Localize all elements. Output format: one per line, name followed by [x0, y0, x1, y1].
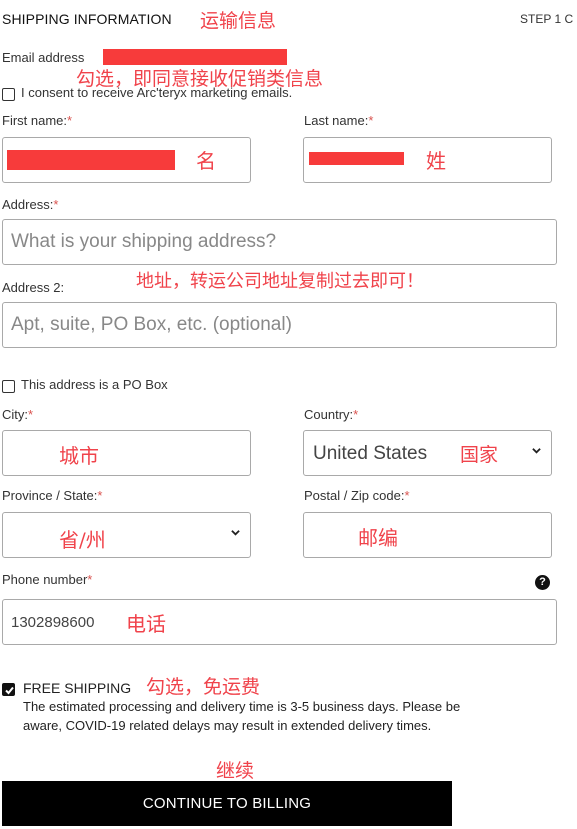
chevron-down-icon: [231, 530, 240, 536]
email-label: Email address: [2, 50, 85, 65]
phone-annotation: 电话: [126, 612, 166, 636]
help-icon[interactable]: ?: [535, 575, 550, 590]
address-input[interactable]: What is your shipping address?: [2, 219, 557, 265]
shipping-description: The estimated processing and delivery ti…: [23, 699, 461, 733]
address-placeholder: What is your shipping address?: [11, 231, 277, 252]
chevron-down-icon: [532, 448, 541, 454]
last-name-value-redacted: [309, 152, 404, 165]
first-name-label: First name:*: [2, 113, 73, 128]
postal-input[interactable]: 邮编: [303, 512, 552, 558]
free-shipping-label: FREE SHIPPING: [23, 680, 132, 696]
page-title: SHIPPING INFORMATION: [2, 11, 172, 27]
postal-label: Postal / Zip code:*: [304, 488, 410, 503]
city-label: City:*: [2, 407, 34, 422]
last-name-annotation: 姓: [426, 149, 446, 173]
free-shipping-checkbox[interactable]: [2, 683, 15, 696]
country-annotation: 国家: [460, 444, 499, 466]
continue-to-billing-button[interactable]: CONTINUE TO BILLING: [2, 781, 452, 826]
address2-label: Address 2:: [2, 280, 65, 295]
consent-checkbox[interactable]: [2, 88, 15, 101]
checkmark-icon: [5, 686, 14, 695]
last-name-label: Last name:*: [304, 113, 374, 128]
state-label: Province / State:*: [2, 488, 103, 503]
po-box-label: This address is a PO Box: [21, 377, 168, 392]
step-indicator: STEP 1 C: [520, 12, 574, 26]
consent-label: I consent to receive Arc'teryx marketing…: [21, 85, 293, 100]
country-label: Country:*: [304, 407, 359, 422]
title-annotation: 运输信息: [200, 10, 277, 32]
first-name-annotation: 名: [196, 149, 216, 173]
first-name-value-redacted: [7, 150, 175, 170]
phone-input[interactable]: 1302898600 电话: [2, 599, 557, 645]
state-select[interactable]: 省/州: [2, 512, 251, 558]
phone-label: Phone number*: [2, 572, 93, 587]
address-label: Address:*: [2, 197, 59, 212]
po-box-checkbox[interactable]: [2, 380, 15, 393]
city-annotation: 城市: [59, 444, 99, 468]
phone-value: 1302898600: [11, 614, 95, 631]
city-input[interactable]: 城市: [2, 430, 251, 476]
address2-input[interactable]: Apt, suite, PO Box, etc. (optional): [2, 302, 557, 348]
state-annotation: 省/州: [59, 528, 106, 552]
continue-annotation: 继续: [216, 760, 255, 782]
address-annotation: 地址，转运公司地址复制过去即可！: [136, 271, 424, 292]
postal-annotation: 邮编: [358, 526, 398, 550]
country-select[interactable]: United States 国家: [303, 430, 552, 476]
free-shipping-annotation: 勾选，免运费: [146, 676, 261, 698]
country-value: United States: [313, 443, 428, 464]
email-value-redacted: [103, 49, 287, 65]
address2-placeholder: Apt, suite, PO Box, etc. (optional): [11, 314, 292, 335]
last-name-input[interactable]: 姓: [303, 137, 552, 183]
first-name-input[interactable]: 名: [2, 137, 251, 183]
